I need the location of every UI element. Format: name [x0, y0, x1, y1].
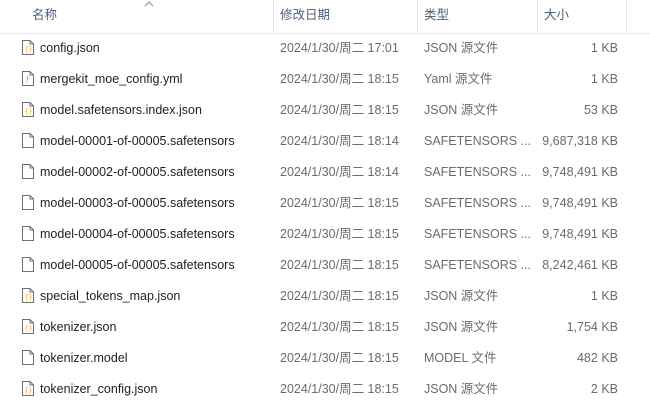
file-type: JSON 源文件 — [424, 103, 499, 117]
file-type: SAFETENSORS ... — [424, 258, 531, 272]
file-type: SAFETENSORS ... — [424, 196, 531, 210]
file-icon — [22, 350, 34, 365]
file-row[interactable]: model-00003-of-00005.safetensors 2024/1/3… — [0, 188, 650, 219]
file-row[interactable]: tokenizer.model 2024/1/30/周二 18:15 MODEL 文… — [0, 343, 650, 374]
json-file-icon: {} — [22, 102, 34, 117]
column-header-type[interactable]: 类型 — [417, 0, 537, 33]
file-icon — [22, 133, 34, 148]
file-type: JSON 源文件 — [424, 41, 499, 55]
column-divider[interactable] — [626, 0, 627, 33]
file-row[interactable]: ! mergekit_moe_config.yml 2024/1/30/周二 18:… — [0, 64, 650, 95]
file-date-modified: 2024/1/30/周二 18:15 — [280, 382, 399, 396]
file-type: SAFETENSORS ... — [424, 227, 531, 241]
file-size: 9,748,491 KB — [542, 165, 618, 179]
file-size: 1,754 KB — [566, 320, 618, 334]
svg-text:{}: {} — [24, 294, 32, 302]
file-icon — [22, 257, 34, 272]
file-date-modified: 2024/1/30/周二 18:15 — [280, 351, 399, 365]
svg-text:{}: {} — [24, 325, 32, 333]
json-file-icon: {} — [22, 319, 34, 334]
file-type: JSON 源文件 — [424, 289, 499, 303]
file-type: Yaml 源文件 — [424, 72, 493, 86]
json-file-icon: {} — [22, 288, 34, 303]
file-icon — [22, 226, 34, 241]
column-header-name[interactable]: 名称 — [26, 0, 273, 33]
file-row[interactable]: {} special_tokens_map.json 2024/1/30/周二 18… — [0, 281, 650, 312]
file-type: JSON 源文件 — [424, 382, 499, 396]
file-name: model-00001-of-00005.safetensors — [40, 134, 235, 148]
file-list: {} config.json 2024/1/30/周二 17:01 JSON 源文件 1… — [0, 33, 650, 405]
file-name: model-00005-of-00005.safetensors — [40, 258, 235, 272]
file-date-modified: 2024/1/30/周二 18:15 — [280, 258, 399, 272]
file-date-modified: 2024/1/30/周二 18:15 — [280, 320, 399, 334]
json-file-icon: {} — [22, 381, 34, 396]
file-row[interactable]: model-00004-of-00005.safetensors 2024/1/3… — [0, 219, 650, 250]
file-row[interactable]: {} tokenizer.json 2024/1/30/周二 18:15 JSON 源… — [0, 312, 650, 343]
file-name: config.json — [40, 41, 100, 55]
file-size: 1 KB — [590, 72, 618, 86]
file-size: 1 KB — [590, 289, 618, 303]
file-size: 9,748,491 KB — [542, 196, 618, 210]
file-type: SAFETENSORS ... — [424, 165, 531, 179]
column-header-bar: 名称 修改日期 类型 大小 — [0, 0, 650, 34]
file-date-modified: 2024/1/30/周二 18:15 — [280, 72, 399, 86]
file-name: mergekit_moe_config.yml — [40, 72, 183, 86]
file-date-modified: 2024/1/30/周二 18:15 — [280, 196, 399, 210]
file-name: model-00002-of-00005.safetensors — [40, 165, 235, 179]
svg-text:{}: {} — [24, 46, 32, 54]
file-icon — [22, 195, 34, 210]
file-row[interactable]: model-00002-of-00005.safetensors 2024/1/3… — [0, 157, 650, 188]
file-date-modified: 2024/1/30/周二 18:15 — [280, 289, 399, 303]
column-header-date-modified[interactable]: 修改日期 — [273, 0, 417, 33]
svg-text:{}: {} — [24, 108, 32, 116]
file-name: model.safetensors.index.json — [40, 103, 202, 117]
file-size: 53 KB — [583, 103, 618, 117]
file-date-modified: 2024/1/30/周二 18:14 — [280, 134, 399, 148]
file-size: 2 KB — [590, 382, 618, 396]
file-date-modified: 2024/1/30/周二 18:15 — [280, 103, 399, 117]
file-date-modified: 2024/1/30/周二 18:14 — [280, 165, 399, 179]
file-name: model-00004-of-00005.safetensors — [40, 227, 235, 241]
svg-text:{}: {} — [24, 387, 32, 395]
file-row[interactable]: model-00005-of-00005.safetensors 2024/1/3… — [0, 250, 650, 281]
file-name: tokenizer_config.json — [40, 382, 158, 396]
json-file-icon: {} — [22, 40, 34, 55]
column-header-size[interactable]: 大小 — [537, 0, 627, 33]
file-size: 482 KB — [576, 351, 618, 365]
yaml-file-icon: ! — [22, 71, 34, 86]
file-date-modified: 2024/1/30/周二 17:01 — [280, 41, 399, 55]
file-row[interactable]: {} tokenizer_config.json 2024/1/30/周二 18:1… — [0, 374, 650, 405]
file-name: special_tokens_map.json — [40, 289, 181, 303]
file-row[interactable]: {} model.safetensors.index.json 2024/1/30/… — [0, 95, 650, 126]
file-name: model-00003-of-00005.safetensors — [40, 196, 235, 210]
file-name: tokenizer.model — [40, 351, 128, 365]
svg-text:!: ! — [26, 76, 29, 85]
file-type: MODEL 文件 — [424, 351, 497, 365]
file-icon — [22, 164, 34, 179]
file-row[interactable]: model-00001-of-00005.safetensors 2024/1/3… — [0, 126, 650, 157]
file-row[interactable]: {} config.json 2024/1/30/周二 17:01 JSON 源文件 1… — [0, 33, 650, 64]
file-type: JSON 源文件 — [424, 320, 499, 334]
file-size: 9,748,491 KB — [542, 227, 618, 241]
file-date-modified: 2024/1/30/周二 18:15 — [280, 227, 399, 241]
file-size: 1 KB — [590, 41, 618, 55]
file-name: tokenizer.json — [40, 320, 117, 334]
file-type: SAFETENSORS ... — [424, 134, 531, 148]
file-size: 8,242,461 KB — [542, 258, 618, 272]
file-size: 9,687,318 KB — [542, 134, 618, 148]
